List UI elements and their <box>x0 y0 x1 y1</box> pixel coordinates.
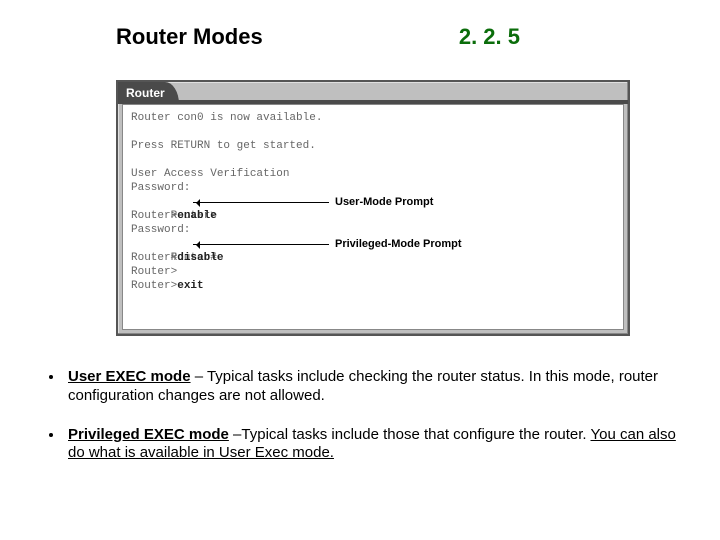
term-line <box>131 153 615 167</box>
bullet-term: User EXEC mode <box>68 368 191 385</box>
command-text: enable <box>177 210 217 222</box>
term-line: Router>exit <box>131 279 615 293</box>
term-line: Router con0 is now available. <box>131 111 615 125</box>
bullet-text: –Typical tasks include those that config… <box>229 426 591 443</box>
term-line: Router> <box>131 265 615 279</box>
terminal-window: Router Router con0 is now available. Pre… <box>116 80 630 336</box>
command-text: disable <box>177 252 223 264</box>
term-line: Press RETURN to get started. <box>131 139 615 153</box>
section-number: 2. 2. 5 <box>459 24 520 50</box>
prompt-text: Router> <box>131 210 177 222</box>
term-line: Router# Privileged-Mode Prompt <box>131 237 615 251</box>
annotation-priv-mode: Privileged-Mode Prompt <box>335 237 462 251</box>
term-line: Router>enable <box>131 209 615 223</box>
prompt-text: Router# <box>131 252 177 264</box>
bullet-item: User EXEC mode – Typical tasks include c… <box>64 368 680 406</box>
terminal-body: Router con0 is now available. Press RETU… <box>122 104 624 330</box>
term-line: Password: <box>131 181 615 195</box>
arrow-icon <box>193 244 329 245</box>
slide-header: Router Modes 2. 2. 5 <box>116 24 660 50</box>
prompt-text: Router> <box>131 280 177 292</box>
bullet-list: User EXEC mode – Typical tasks include c… <box>46 368 680 483</box>
term-line: Router> User-Mode Prompt <box>131 195 615 209</box>
term-line: User Access Verification <box>131 167 615 181</box>
bullet-term: Privileged EXEC mode <box>68 426 229 443</box>
bullet-item: Privileged EXEC mode –Typical tasks incl… <box>64 426 680 464</box>
command-text: exit <box>177 280 203 292</box>
slide-title: Router Modes <box>116 24 263 50</box>
term-line <box>131 125 615 139</box>
term-line: Password: <box>131 223 615 237</box>
arrow-icon <box>193 202 329 203</box>
annotation-user-mode: User-Mode Prompt <box>335 195 433 209</box>
term-line: Router#disable <box>131 251 615 265</box>
window-tabbar: Router <box>118 82 628 104</box>
